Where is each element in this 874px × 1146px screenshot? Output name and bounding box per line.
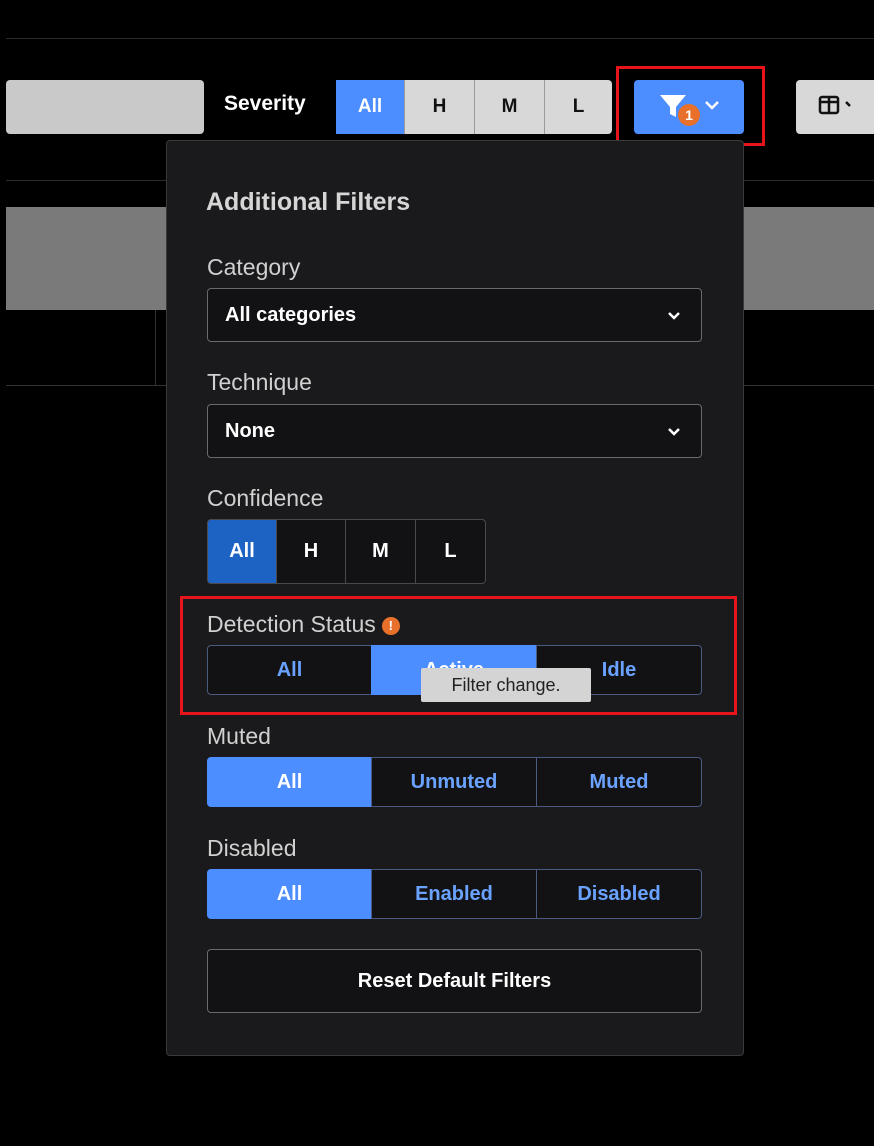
table-row bbox=[6, 310, 166, 386]
disabled-all-button[interactable]: All bbox=[207, 869, 372, 919]
chevron-down-icon bbox=[667, 304, 681, 327]
muted-all-button[interactable]: All bbox=[207, 757, 372, 807]
confidence-all-button[interactable]: All bbox=[207, 519, 277, 584]
search-input[interactable] bbox=[6, 80, 204, 134]
columns-button[interactable] bbox=[796, 80, 874, 134]
columns-icon bbox=[818, 94, 856, 121]
category-value: All categories bbox=[225, 303, 357, 326]
disabled-enabled-button[interactable]: Enabled bbox=[371, 869, 537, 919]
table-row bbox=[744, 310, 874, 386]
severity-all-button[interactable]: All bbox=[336, 80, 404, 134]
confidence-medium-button[interactable]: M bbox=[345, 519, 416, 584]
severity-label: Severity bbox=[224, 92, 306, 115]
chevron-down-icon bbox=[667, 420, 681, 443]
severity-high-button[interactable]: H bbox=[404, 80, 474, 134]
category-label: Category bbox=[207, 254, 301, 280]
muted-label: Muted bbox=[207, 723, 271, 749]
divider bbox=[155, 310, 156, 386]
table-header bbox=[744, 207, 874, 310]
technique-label: Technique bbox=[207, 369, 312, 395]
reset-default-filters-button[interactable]: Reset Default Filters bbox=[207, 949, 702, 1013]
disabled-label: Disabled bbox=[207, 835, 297, 861]
table-header bbox=[6, 207, 166, 310]
confidence-label: Confidence bbox=[207, 485, 324, 511]
confidence-low-button[interactable]: L bbox=[415, 519, 486, 584]
divider bbox=[6, 38, 874, 39]
panel-title: Additional Filters bbox=[206, 188, 411, 216]
muted-unmuted-button[interactable]: Unmuted bbox=[371, 757, 537, 807]
severity-medium-button[interactable]: M bbox=[474, 80, 544, 134]
detection-status-highlight bbox=[180, 596, 737, 715]
disabled-disabled-button[interactable]: Disabled bbox=[536, 869, 702, 919]
muted-muted-button[interactable]: Muted bbox=[536, 757, 702, 807]
severity-low-button[interactable]: L bbox=[544, 80, 612, 134]
confidence-high-button[interactable]: H bbox=[276, 519, 346, 584]
technique-select[interactable]: None bbox=[207, 404, 702, 458]
category-select[interactable]: All categories bbox=[207, 288, 702, 342]
filter-button-highlight bbox=[616, 66, 765, 146]
technique-value: None bbox=[225, 419, 275, 442]
